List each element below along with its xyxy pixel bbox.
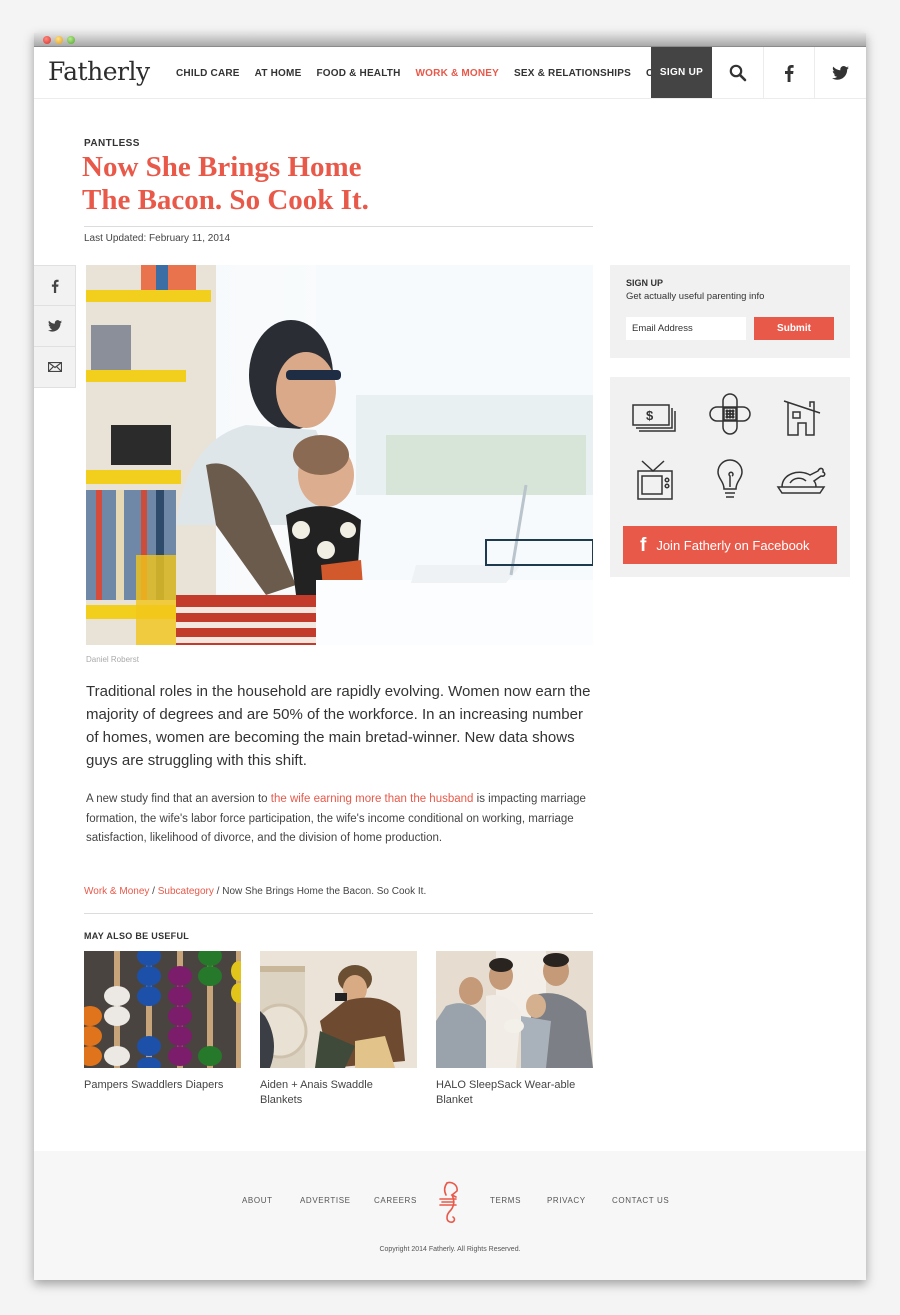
nav-work-money[interactable]: WORK & MONEY (416, 68, 500, 79)
breadcrumb-work-money[interactable]: Work & Money (84, 886, 149, 897)
turkey-icon (772, 455, 832, 505)
footer-link-advertise[interactable]: ADVERTISE (300, 1196, 351, 1205)
article-kicker[interactable]: PANTLESS (84, 138, 140, 149)
breadcrumb-separator: / (149, 886, 158, 897)
browser-window: Fatherly CHILD CARE AT HOME FOOD & HEALT… (34, 33, 866, 1280)
signup-subheading: Get actually useful parenting info (626, 291, 765, 302)
abacus-photo (84, 951, 241, 1068)
zoom-window-button[interactable] (67, 36, 75, 44)
site-header: Fatherly CHILD CARE AT HOME FOOD & HEALT… (34, 47, 866, 99)
header-twitter-button[interactable] (814, 47, 865, 98)
svg-text:$: $ (646, 408, 654, 423)
money-icon: $ (624, 393, 684, 443)
lightbulb-icon (700, 455, 760, 505)
twitter-icon (831, 65, 849, 80)
signup-heading: SIGN UP (626, 278, 664, 288)
article-title: Now She Brings Home The Bacon. So Cook I… (82, 151, 602, 217)
divider (84, 913, 593, 914)
site-logo[interactable]: Fatherly (48, 57, 150, 86)
share-twitter-button[interactable] (34, 306, 76, 347)
last-updated: Last Updated: February 11, 2014 (84, 233, 231, 244)
hero-photo-illustration (86, 265, 593, 645)
join-facebook-button[interactable]: f Join Fatherly on Facebook (623, 526, 837, 564)
minimize-window-button[interactable] (55, 36, 63, 44)
body-text-before-link: A new study find that an aversion to (86, 793, 271, 805)
main-nav: CHILD CARE AT HOME FOOD & HEALTH WORK & … (176, 47, 709, 99)
footer-link-about[interactable]: ABOUT (242, 1196, 273, 1205)
photo-credit: Daniel Roberst (86, 655, 139, 664)
breadcrumb-subcategory[interactable]: Subcategory (158, 886, 214, 897)
category-icon-grid: $ (624, 393, 836, 508)
related-item-label[interactable]: Aiden + Anais Swaddle Blankets (260, 1078, 410, 1108)
divider (84, 226, 593, 227)
facebook-panel: $ f Join Fatherly on Facebook (610, 377, 850, 577)
nav-sex-relationships[interactable]: SEX & RELATIONSHIPS (514, 68, 631, 79)
signup-panel: SIGN UP Get actually useful parenting in… (610, 265, 850, 358)
join-facebook-label: Join Fatherly on Facebook (656, 537, 810, 553)
header-signup-button[interactable]: SIGN UP (651, 47, 712, 98)
header-facebook-button[interactable] (763, 47, 814, 98)
related-item-halo[interactable]: HALO SleepSack Wear-able Blanket (436, 951, 593, 1108)
facebook-icon: f (640, 534, 647, 556)
facebook-icon (51, 279, 59, 293)
site-footer: ABOUT ADVERTISE CAREERS TERMS PRIVACY CO… (34, 1151, 866, 1280)
nav-at-home[interactable]: AT HOME (255, 68, 302, 79)
hero-image (86, 265, 593, 645)
breadcrumb-separator: / (213, 886, 223, 897)
footer-link-terms[interactable]: TERMS (490, 1196, 521, 1205)
header-search-button[interactable] (712, 47, 763, 98)
article-title-line-1: Now She Brings Home (82, 151, 362, 183)
footer-link-contact-us[interactable]: CONTACT US (612, 1196, 669, 1205)
twitter-icon (47, 320, 62, 332)
search-icon (729, 64, 746, 81)
related-item-label[interactable]: Pampers Swaddlers Diapers (84, 1078, 234, 1093)
breadcrumb: Work & Money / Subcategory / Now She Bri… (84, 886, 426, 897)
submit-button[interactable]: Submit (754, 317, 834, 340)
related-thumbnail-abacus[interactable] (84, 951, 241, 1068)
seahorse-logo-icon[interactable] (438, 1181, 462, 1230)
laundry-photo (260, 951, 417, 1068)
share-rail (34, 265, 76, 388)
footer-link-careers[interactable]: CAREERS (374, 1196, 417, 1205)
article-body: A new study find that an aversion to the… (86, 790, 596, 849)
facebook-icon (785, 64, 794, 82)
copyright: Copyright 2014 Fatherly. All Rights Rese… (379, 1246, 521, 1253)
nav-food-health[interactable]: FOOD & HEALTH (316, 68, 400, 79)
related-item-aiden-anais[interactable]: Aiden + Anais Swaddle Blankets (260, 951, 417, 1108)
related-thumbnail-laundry[interactable] (260, 951, 417, 1068)
nav-child-care[interactable]: CHILD CARE (176, 68, 240, 79)
related-item-pampers[interactable]: Pampers Swaddlers Diapers (84, 951, 241, 1093)
related-heading: MAY ALSO BE USEFUL (84, 931, 190, 941)
close-window-button[interactable] (43, 36, 51, 44)
email-icon (47, 362, 62, 372)
bandage-icon (700, 389, 760, 439)
share-facebook-button[interactable] (34, 265, 76, 306)
window-titlebar (34, 33, 866, 47)
share-email-button[interactable] (34, 347, 76, 388)
footer-link-privacy[interactable]: PRIVACY (547, 1196, 586, 1205)
article-title-line-2: The Bacon. So Cook It. (82, 184, 369, 216)
breadcrumb-current: Now She Brings Home the Bacon. So Cook I… (222, 886, 427, 897)
article-lead: Traditional roles in the household are r… (86, 683, 591, 769)
wife-earning-link[interactable]: the wife earning more than the husband (271, 793, 474, 805)
email-input[interactable] (626, 317, 746, 340)
tv-icon (624, 455, 684, 505)
family-photo (436, 951, 593, 1068)
related-item-label[interactable]: HALO SleepSack Wear-able Blanket (436, 1078, 586, 1108)
house-icon (772, 393, 832, 443)
related-thumbnail-family[interactable] (436, 951, 593, 1068)
